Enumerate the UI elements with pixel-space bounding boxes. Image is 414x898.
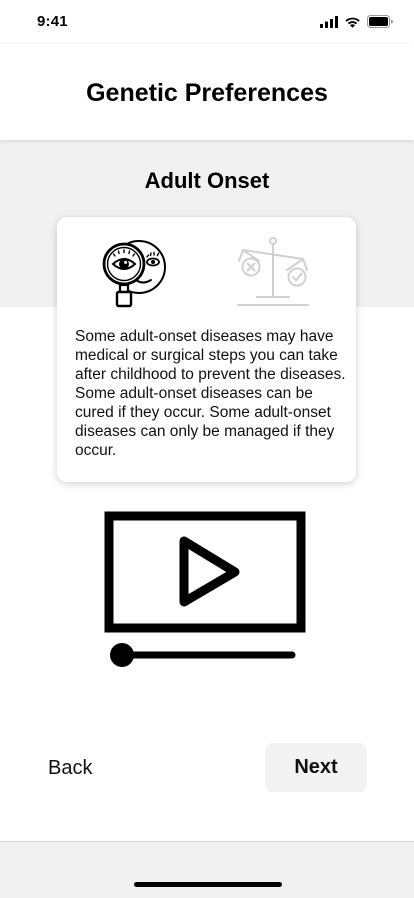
wifi-icon (345, 17, 360, 28)
back-button[interactable]: Back (30, 745, 110, 791)
status-time: 9:41 (37, 13, 68, 30)
cellular-signal-icon (320, 15, 338, 28)
info-card: Some adult-onset diseases may have medic… (57, 217, 356, 482)
status-icons (320, 15, 394, 28)
video-scrubber-handle (110, 643, 134, 667)
magnifying-glass-inspect-icon (102, 240, 166, 308)
page-title: Genetic Preferences (86, 79, 328, 107)
header: Genetic Preferences (0, 44, 414, 140)
video-play-icon[interactable] (100, 508, 310, 670)
battery-icon (367, 15, 393, 28)
bottom-bar (0, 841, 414, 898)
balance-scale-icon (237, 237, 309, 306)
section-title: Adult Onset (144, 168, 270, 193)
video-player[interactable] (100, 508, 310, 675)
next-button[interactable]: Next (265, 743, 367, 792)
home-indicator[interactable] (134, 882, 282, 887)
status-bar: 9:41 (0, 0, 414, 44)
card-description: Some adult-onset diseases may have medic… (75, 328, 346, 459)
